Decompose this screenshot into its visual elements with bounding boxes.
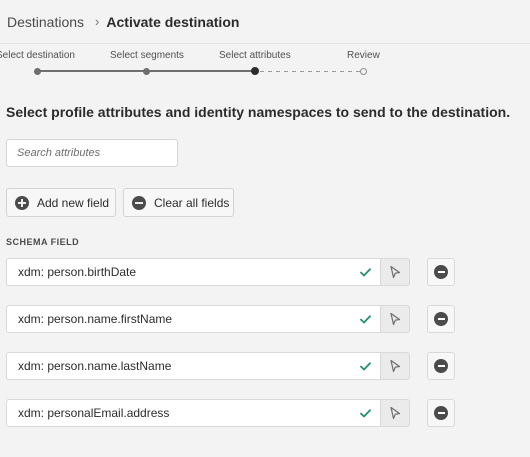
schema-field-row: xdm: person.birthDate bbox=[6, 258, 516, 286]
schema-field-row: xdm: person.name.lastName bbox=[6, 352, 516, 380]
remove-circle-icon bbox=[434, 359, 448, 373]
section-heading: Select profile attributes and identity n… bbox=[6, 104, 511, 120]
add-new-field-label: Add new field bbox=[37, 195, 110, 210]
select-cursor-icon bbox=[390, 265, 401, 279]
breadcrumb: Destinations › Activate destination bbox=[0, 0, 530, 44]
remove-circle-icon bbox=[434, 406, 448, 420]
add-new-field-button[interactable]: Add new field bbox=[6, 188, 116, 217]
step-label-select-segments: Select segments bbox=[110, 50, 184, 61]
schema-field-row: xdm: personalEmail.address bbox=[6, 399, 516, 427]
select-cursor-icon bbox=[390, 312, 401, 326]
checkmark-icon bbox=[360, 408, 371, 417]
select-cursor-icon bbox=[390, 359, 401, 373]
step-track-complete-2 bbox=[149, 70, 253, 72]
step-dot-select-attributes bbox=[251, 67, 259, 75]
step-label-select-attributes: Select attributes bbox=[219, 50, 291, 61]
schema-field-row: xdm: person.name.firstName bbox=[6, 305, 516, 333]
checkmark-icon bbox=[360, 361, 371, 370]
remove-circle-icon bbox=[434, 312, 448, 326]
checkmark-icon bbox=[360, 314, 371, 323]
schema-field-input[interactable]: xdm: person.name.firstName bbox=[6, 305, 380, 333]
remove-circle-icon bbox=[132, 195, 146, 210]
clear-all-fields-label: Clear all fields bbox=[154, 195, 230, 210]
schema-field-value: xdm: person.birthDate bbox=[18, 265, 137, 279]
breadcrumb-destinations-link[interactable]: Destinations bbox=[7, 14, 84, 30]
add-circle-icon bbox=[15, 195, 29, 210]
step-dot-review bbox=[360, 68, 367, 75]
select-attribute-button[interactable] bbox=[380, 352, 410, 380]
schema-field-input[interactable]: xdm: person.birthDate bbox=[6, 258, 380, 286]
remove-field-button[interactable] bbox=[427, 305, 455, 333]
schema-field-input[interactable]: xdm: person.name.lastName bbox=[6, 352, 380, 380]
step-dot-select-destination[interactable] bbox=[34, 68, 41, 75]
remove-field-button[interactable] bbox=[427, 258, 455, 286]
breadcrumb-separator-icon: › bbox=[95, 14, 100, 29]
select-cursor-icon bbox=[390, 406, 401, 420]
step-label-select-destination: Select destination bbox=[0, 50, 75, 61]
schema-field-input[interactable]: xdm: personalEmail.address bbox=[6, 399, 380, 427]
select-attribute-button[interactable] bbox=[380, 399, 410, 427]
step-label-review: Review bbox=[347, 50, 380, 61]
schema-field-value: xdm: person.name.firstName bbox=[18, 312, 173, 326]
page-title: Activate destination bbox=[106, 13, 240, 30]
select-attribute-button[interactable] bbox=[380, 305, 410, 333]
step-track-pending bbox=[260, 71, 360, 72]
remove-field-button[interactable] bbox=[427, 352, 455, 380]
select-attribute-button[interactable] bbox=[380, 258, 410, 286]
checkmark-icon bbox=[360, 267, 371, 276]
remove-field-button[interactable] bbox=[427, 399, 455, 427]
clear-all-fields-button[interactable]: Clear all fields bbox=[123, 188, 234, 217]
schema-field-header: SCHEMA FIELD bbox=[6, 237, 80, 247]
stepper: Select destination Select segments Selec… bbox=[0, 46, 530, 80]
schema-field-value: xdm: person.name.lastName bbox=[18, 359, 172, 373]
remove-circle-icon bbox=[434, 265, 448, 279]
step-dot-select-segments[interactable] bbox=[143, 68, 150, 75]
step-track-complete bbox=[40, 70, 144, 72]
search-attributes-input[interactable] bbox=[6, 139, 178, 167]
schema-field-value: xdm: personalEmail.address bbox=[18, 406, 170, 420]
